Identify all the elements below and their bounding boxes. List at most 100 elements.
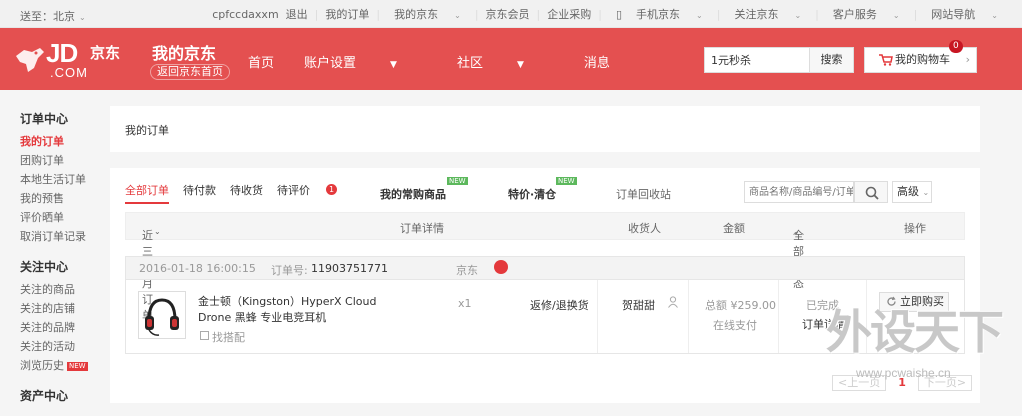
search-input[interactable] (705, 48, 809, 72)
nav-messages[interactable]: 消息 (584, 52, 610, 71)
divider (688, 280, 689, 353)
order-date: 2016-01-18 16:00:15 (139, 262, 256, 275)
sidebar-item-followed-shops[interactable]: 关注的店铺 (20, 299, 100, 318)
search-icon (865, 186, 879, 200)
breadcrumb-label: 我的订单 (125, 124, 169, 137)
sidebar-item-group-orders[interactable]: 团购订单 (20, 151, 100, 170)
logout-link[interactable]: 退出 (286, 6, 315, 22)
order-header: 2016-01-18 16:00:15 订单号: 11903751771 京东 (125, 256, 965, 280)
sidebar-item-label: 浏览历史 (20, 359, 64, 372)
order-search-input[interactable] (744, 181, 854, 203)
find-match-link[interactable]: 找搭配 (212, 329, 245, 345)
sidebar-group-orders: 订单中心 我的订单 团购订单 本地生活订单 我的预售 评价晒单 取消订单记录 (20, 110, 100, 246)
top-link-service[interactable]: 客户服务 ⌄ (819, 6, 914, 22)
location-selector[interactable]: 送至：北京 ⌄ (20, 8, 86, 24)
chevron-down-icon: ⌄ (793, 227, 800, 236)
order-search-button[interactable] (854, 181, 888, 203)
top-link-my-jd[interactable]: 我的京东 ⌄ (380, 6, 475, 22)
logo-zh-text: 京东 (90, 44, 121, 62)
cart-button[interactable]: 我的购物车 0 › (864, 40, 977, 73)
person-icon[interactable] (668, 296, 678, 308)
top-link-label: 客户服务 (832, 8, 877, 21)
sidebar-item-cancelled[interactable]: 取消订单记录 (20, 227, 100, 246)
order-amount: 总额 ¥259.00 (705, 299, 776, 312)
product-name[interactable]: 金士顿（Kingston）HyperX Cloud Drone 黑蜂 专业电竞耳… (198, 294, 398, 326)
product-thumbnail[interactable] (138, 291, 186, 339)
chevron-right-icon: › (965, 53, 970, 66)
sidebar-item-reviews[interactable]: 评价晒单 (20, 208, 100, 227)
jd-logo[interactable]: JD 京东 .COM (14, 38, 144, 82)
sidebar-item-local-orders[interactable]: 本地生活订单 (20, 170, 100, 189)
divider (778, 280, 779, 353)
nav-home[interactable]: 首页 (248, 52, 274, 71)
sidebar-item-followed-activities[interactable]: 关注的活动 (20, 337, 100, 356)
tab-pending-review[interactable]: 待评价 1 (277, 182, 351, 204)
tab-pending-receipt[interactable]: 待收货 (230, 182, 263, 204)
sidebar-item-my-orders[interactable]: 我的订单 (20, 132, 100, 151)
top-link-follow[interactable]: 关注京东 ⌄ (720, 6, 815, 22)
sidebar-group-title: 订单中心 (20, 112, 69, 126)
cart-count-badge: 0 (949, 40, 963, 53)
cart-icon (879, 54, 893, 66)
chevron-down-icon: ⌄ (892, 11, 900, 20)
sidebar-item-presale[interactable]: 我的预售 (20, 189, 100, 208)
sidebar-group-title: 资产中心 (20, 389, 69, 403)
chevron-down-icon: ⌄ (79, 13, 86, 22)
phone-icon: ▯ (615, 8, 623, 21)
tab-all-orders[interactable]: 全部订单 (125, 182, 169, 204)
breadcrumb: 我的订单 (110, 106, 980, 152)
column-action: 操作 (904, 222, 926, 235)
column-receiver: 收货人 (628, 222, 661, 235)
search-button[interactable]: 搜索 (809, 48, 853, 72)
recycle-bin-link[interactable]: 订单回收站 (616, 186, 671, 202)
match-icon (200, 331, 209, 340)
top-bar: 送至：北京 ⌄ cpfccdaxxm 退出 | 我的订单 | 我的京东 ⌄ | 京东… (0, 0, 1022, 28)
jd-dog-icon (16, 48, 44, 72)
return-service-link[interactable]: 返修/退换货 (530, 297, 589, 313)
watermark-text: 外设天下 (826, 305, 1004, 359)
chevron-down-icon: ⌄ (454, 11, 461, 20)
chevron-down-icon: ⌄ (154, 227, 161, 236)
tab-pending-payment[interactable]: 待付款 (183, 182, 216, 204)
new-badge: NEW (67, 362, 88, 371)
logo-jd-text: JD (46, 38, 78, 68)
back-home-link[interactable]: 返回京东首页 (150, 64, 230, 80)
new-badge: NEW (556, 177, 577, 185)
receiver-name: 贺甜甜 (622, 299, 655, 312)
watermark: 外设天下 www.pcwaishe.cn (826, 296, 1012, 396)
column-detail: 订单详情 (400, 222, 444, 235)
advanced-search-toggle[interactable]: 高级 ⌄ (892, 181, 932, 203)
nav-label: 账户设置 (304, 56, 357, 71)
nav-community[interactable]: 社区 ▼ (457, 52, 554, 71)
regular-goods-link[interactable]: 我的常购商品 (380, 186, 446, 202)
sidebar-item-history[interactable]: 浏览历史 NEW (20, 356, 100, 375)
username-link[interactable]: cpfccdaxxm (205, 8, 285, 21)
tab-label: 待评价 (277, 184, 310, 197)
watermark-url: www.pcwaishe.cn (856, 366, 951, 380)
sidebar-item-followed-brands[interactable]: 关注的品牌 (20, 318, 100, 337)
top-links: cpfccdaxxm 退出 | 我的订单 | 我的京东 ⌄ | 京东会员 | 企业… (205, 0, 1012, 28)
top-link-sitemap[interactable]: 网站导航 ⌄ (917, 6, 1012, 22)
page-title: 我的京东 (152, 44, 217, 63)
cart-label: 我的购物车 (895, 53, 950, 66)
sidebar-item-followed-goods[interactable]: 关注的商品 (20, 280, 100, 299)
jd-shop-icon (494, 260, 508, 274)
chevron-down-icon: ⌄ (922, 188, 930, 197)
top-link-label: 我的京东 (394, 8, 439, 21)
divider (597, 280, 598, 353)
top-link-membership[interactable]: 京东会员 (479, 6, 537, 22)
chevron-down-icon: ⌄ (991, 11, 998, 20)
location-label: 送至：北京 (20, 10, 75, 23)
shop-name[interactable]: 京东 (456, 262, 478, 278)
column-amount: 金额 (723, 222, 745, 235)
chevron-down-icon: ▼ (516, 60, 524, 70)
top-link-my-orders[interactable]: 我的订单 (318, 6, 376, 22)
sidebar-group-follow: 关注中心 关注的商品 关注的店铺 关注的品牌 关注的活动 浏览历史 NEW (20, 258, 100, 375)
top-link-enterprise[interactable]: 企业采购 (540, 6, 598, 22)
special-offer-link[interactable]: 特价·清仓 (508, 186, 556, 202)
top-link-mobile[interactable]: ▯ 手机京东 ⌄ (602, 6, 717, 22)
chevron-down-icon: ▼ (390, 60, 397, 70)
main-nav: 首页 账户设置 ▼ 社区 ▼ 消息 (248, 52, 640, 71)
nav-account-settings[interactable]: 账户设置 ▼ (304, 52, 427, 71)
order-number[interactable]: 11903751771 (311, 262, 388, 275)
